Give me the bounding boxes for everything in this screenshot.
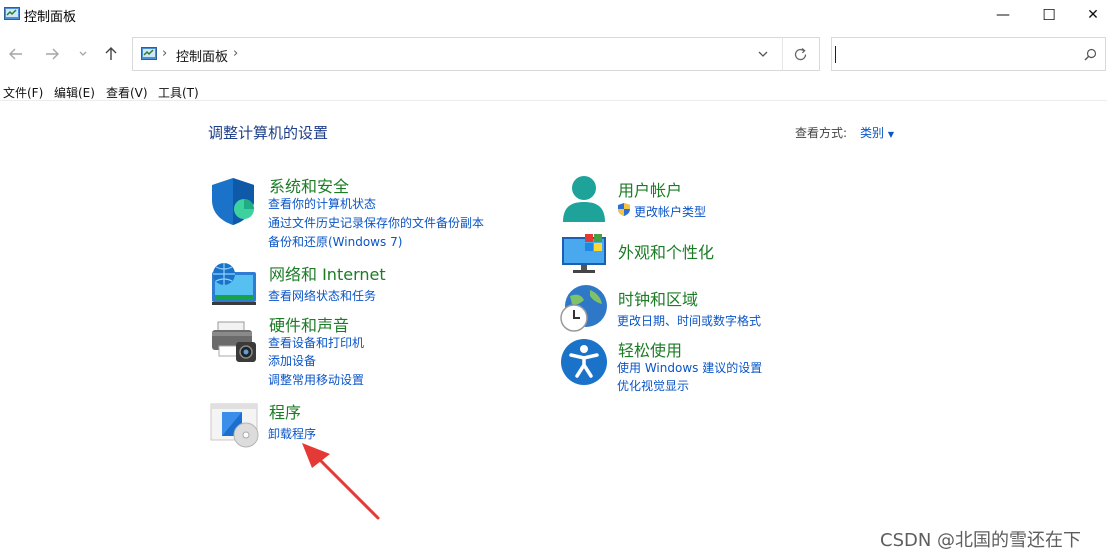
divider xyxy=(782,38,783,70)
text-cursor xyxy=(835,46,836,63)
clock-globe-icon[interactable] xyxy=(560,284,610,334)
annotation-arrow xyxy=(296,438,386,522)
link-change-date-time[interactable]: 更改日期、时间或数字格式 xyxy=(617,312,761,329)
back-button[interactable] xyxy=(5,43,27,65)
link-devices-printers[interactable]: 查看设备和打印机 xyxy=(268,334,364,351)
search-input[interactable] xyxy=(836,42,1080,68)
refresh-button[interactable] xyxy=(793,47,808,62)
category-clock-region[interactable]: 时钟和区域 xyxy=(618,286,698,310)
category-network-internet[interactable]: 网络和 Internet xyxy=(269,261,386,285)
view-by-dropdown[interactable]: 类别 ▼ xyxy=(860,124,894,141)
accessibility-icon[interactable] xyxy=(560,338,608,386)
link-view-computer-status[interactable]: 查看你的计算机状态 xyxy=(268,195,376,212)
minimize-button[interactable]: — xyxy=(980,0,1026,30)
category-hardware-sound[interactable]: 硬件和声音 xyxy=(269,312,349,336)
network-icon[interactable] xyxy=(210,260,258,308)
link-add-device[interactable]: 添加设备 xyxy=(268,352,316,369)
link-optimize-visual-display[interactable]: 优化视觉显示 xyxy=(617,377,689,394)
title-bar: 控制面板 — ☐ ✕ xyxy=(0,0,1107,30)
category-system-security[interactable]: 系统和安全 xyxy=(269,173,349,197)
search-box[interactable] xyxy=(831,37,1106,71)
link-backup-restore[interactable]: 备份和还原(Windows 7) xyxy=(268,233,402,250)
up-button[interactable] xyxy=(100,43,122,65)
breadcrumb-separator[interactable]: › xyxy=(233,46,238,61)
search-icon[interactable] xyxy=(1084,48,1097,61)
menu-tools[interactable]: 工具(T) xyxy=(158,84,199,101)
category-appearance[interactable]: 外观和个性化 xyxy=(618,239,714,263)
link-change-account-type[interactable]: 更改帐户类型 xyxy=(634,203,706,220)
programs-icon[interactable] xyxy=(210,402,260,448)
link-mobility-settings[interactable]: 调整常用移动设置 xyxy=(268,371,364,388)
category-programs[interactable]: 程序 xyxy=(269,399,301,423)
menu-file[interactable]: 文件(F) xyxy=(3,84,43,101)
category-user-accounts[interactable]: 用户帐户 xyxy=(618,177,682,201)
link-network-status[interactable]: 查看网络状态和任务 xyxy=(268,287,376,304)
menu-edit[interactable]: 编辑(E) xyxy=(54,84,95,101)
menu-view[interactable]: 查看(V) xyxy=(106,84,148,101)
close-button[interactable]: ✕ xyxy=(1070,0,1107,30)
address-bar[interactable]: › 控制面板 › xyxy=(132,37,820,71)
arrow-up-icon xyxy=(105,47,117,60)
link-windows-suggested-settings[interactable]: 使用 Windows 建议的设置 xyxy=(617,359,762,376)
printer-icon[interactable] xyxy=(210,320,258,364)
maximize-button[interactable]: ☐ xyxy=(1026,0,1072,30)
chevron-down-icon xyxy=(79,51,87,56)
breadcrumb-control-panel[interactable]: 控制面板 xyxy=(176,46,228,65)
breadcrumb-separator[interactable]: › xyxy=(162,46,167,61)
uac-shield-icon xyxy=(617,202,631,217)
watermark: CSDN @北国的雪还在下 xyxy=(880,530,1082,551)
address-dropdown-button[interactable] xyxy=(757,48,769,60)
user-icon[interactable] xyxy=(560,175,608,225)
window-title: 控制面板 xyxy=(24,10,77,25)
view-by-label: 查看方式: xyxy=(795,126,848,140)
arrow-left-icon xyxy=(9,48,22,60)
page-title: 调整计算机的设置 xyxy=(208,124,329,142)
refresh-icon xyxy=(794,47,807,61)
menu-divider xyxy=(0,100,1107,101)
link-file-history[interactable]: 通过文件历史记录保存你的文件备份副本 xyxy=(268,214,484,231)
forward-button[interactable] xyxy=(41,43,63,65)
chevron-down-icon xyxy=(758,51,768,57)
arrow-right-icon xyxy=(46,48,59,60)
dropdown-arrow-icon: ▼ xyxy=(887,130,894,139)
monitor-icon[interactable] xyxy=(560,233,610,275)
shield-icon[interactable] xyxy=(210,176,260,226)
view-by-value[interactable]: 类别 xyxy=(860,126,884,140)
recent-locations-button[interactable] xyxy=(72,43,94,65)
category-ease-of-access[interactable]: 轻松使用 xyxy=(618,337,682,361)
control-panel-icon xyxy=(141,46,157,62)
control-panel-icon xyxy=(4,6,20,22)
